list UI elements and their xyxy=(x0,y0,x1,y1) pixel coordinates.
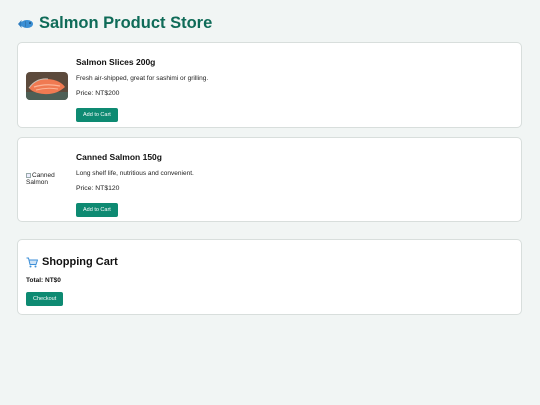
add-to-cart-button[interactable]: Add to Cart xyxy=(76,203,118,217)
fish-icon xyxy=(18,19,33,28)
broken-image-icon xyxy=(26,173,31,178)
product-price: Price: NT$120 xyxy=(76,185,120,192)
product-card-salmon-slices: Salmon Slices 200g Fresh air-shipped, gr… xyxy=(17,42,522,128)
shopping-cart-panel: Shopping Cart Total: NT$0 Checkout xyxy=(17,239,522,315)
product-name: Canned Salmon 150g xyxy=(76,152,162,162)
product-price: Price: NT$200 xyxy=(76,90,120,97)
cart-title-text: Shopping Cart xyxy=(42,256,118,268)
product-card-canned-salmon: Canned Salmon Canned Salmon 150g Long sh… xyxy=(17,137,522,222)
salmon-slice-image xyxy=(26,72,68,100)
page-title: Salmon Product Store xyxy=(17,14,212,33)
product-info: Salmon Slices 200g Fresh air-shipped, gr… xyxy=(76,57,208,122)
page-title-text: Salmon Product Store xyxy=(39,14,213,32)
canned-salmon-image: Canned Salmon xyxy=(26,172,70,186)
shopping-cart-icon xyxy=(26,257,38,267)
cart-total: Total: NT$0 xyxy=(26,277,61,284)
checkout-button[interactable]: Checkout xyxy=(26,292,64,306)
product-description: Fresh air-shipped, great for sashimi or … xyxy=(76,75,209,82)
cart-title: Shopping Cart xyxy=(26,256,118,268)
product-description: Long shelf life, nutritious and convenie… xyxy=(76,170,194,177)
product-name: Salmon Slices 200g xyxy=(76,57,156,67)
product-info: Canned Salmon 150g Long shelf life, nutr… xyxy=(76,152,194,217)
add-to-cart-button[interactable]: Add to Cart xyxy=(76,108,118,122)
